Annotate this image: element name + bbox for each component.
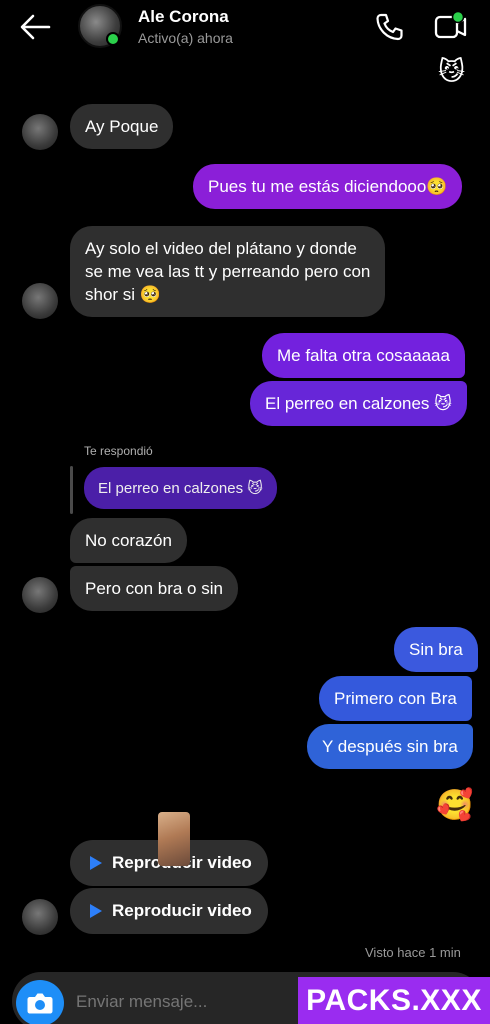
sender-avatar[interactable]	[22, 114, 58, 150]
message-line: se me vea las tt y perreando pero con	[85, 262, 371, 281]
back-arrow-icon[interactable]	[18, 12, 52, 42]
message-bubble-outgoing[interactable]: Y después sin bra	[307, 724, 473, 769]
message-bubble-incoming-multiline[interactable]: Ay solo el video del plátano y donde se …	[70, 226, 386, 317]
message-bubble-outgoing[interactable]: El perreo en calzones 😼	[250, 381, 467, 426]
message-bubble-incoming[interactable]: Ay Poque	[70, 104, 174, 149]
contact-name[interactable]: Ale Corona	[138, 7, 229, 27]
video-thumbnail[interactable]	[158, 812, 190, 866]
chat-header: Ale Corona Activo(a) ahora	[0, 0, 490, 56]
message-bubble-outgoing[interactable]: Pues tu me estás diciendooo🥺	[193, 164, 463, 209]
sender-avatar[interactable]	[22, 899, 58, 935]
reply-indicator-bar	[70, 466, 73, 514]
seen-status: Visto hace 1 min	[365, 945, 461, 960]
video-label: Reproducir video	[112, 901, 252, 920]
watermark: PACKS.XXX	[298, 977, 490, 1024]
phone-icon[interactable]	[374, 12, 406, 42]
message-bubble-outgoing[interactable]: Me falta otra cosaaaaa	[262, 333, 465, 378]
emoji-message[interactable]: 🥰	[436, 786, 473, 826]
play-icon	[90, 856, 102, 870]
message-bubble-incoming[interactable]: Pero con bra o sin	[70, 566, 238, 611]
play-icon	[90, 904, 102, 918]
message-input[interactable]	[76, 992, 276, 1012]
video-message[interactable]: Reproducir video	[70, 888, 268, 934]
video-camera-icon[interactable]	[432, 10, 470, 42]
message-bubble-outgoing[interactable]: Sin bra	[394, 627, 478, 672]
camera-icon	[27, 993, 53, 1014]
reaction-emoji: 😼	[438, 56, 466, 86]
online-status-dot	[106, 32, 120, 46]
quoted-message[interactable]: El perreo en calzones 😼	[84, 467, 277, 509]
message-bubble-outgoing[interactable]: Primero con Bra	[319, 676, 472, 721]
message-line: shor si 🥺	[85, 285, 161, 304]
sender-avatar[interactable]	[22, 283, 58, 319]
message-bubble-incoming[interactable]: No corazón	[70, 518, 187, 563]
camera-button[interactable]	[16, 980, 64, 1024]
reply-label: Te respondió	[84, 444, 153, 458]
message-line: Ay solo el video del plátano y donde	[85, 239, 357, 258]
contact-status: Activo(a) ahora	[138, 30, 233, 46]
sender-avatar[interactable]	[22, 577, 58, 613]
